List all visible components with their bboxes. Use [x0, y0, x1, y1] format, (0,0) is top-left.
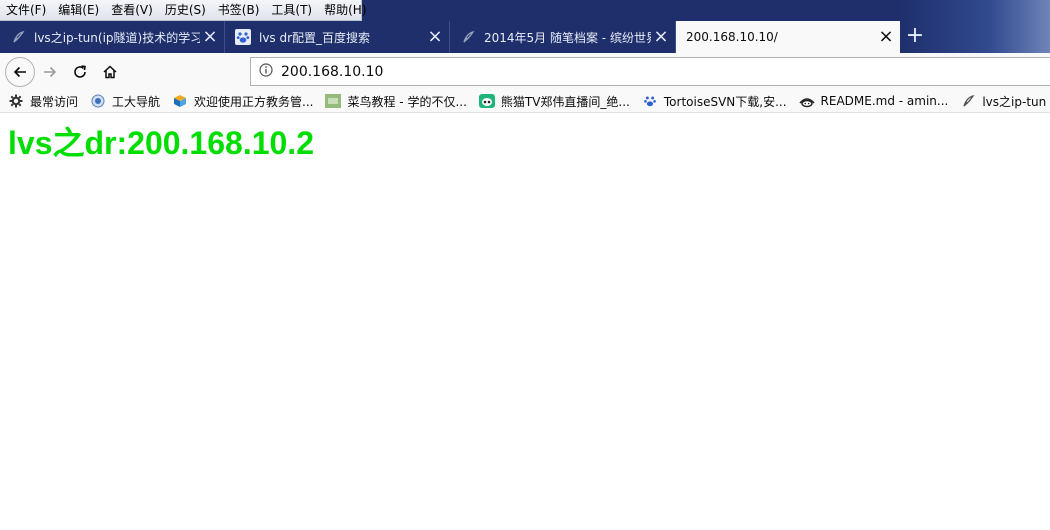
runoob-icon	[325, 93, 342, 109]
back-button[interactable]	[5, 56, 35, 87]
arrow-left-icon	[13, 66, 26, 77]
tab-title: 200.168.10.10/	[686, 30, 778, 44]
bookmark-most-visited[interactable]: 最常访问	[0, 93, 82, 110]
bookmark-zhengfang[interactable]: 欢迎使用正方教务管...	[164, 93, 317, 110]
menu-view[interactable]: 查看(V)	[105, 0, 159, 20]
page-heading: lvs之dr:200.168.10.2	[8, 125, 314, 161]
bookmark-label: lvs之ip-tun	[982, 94, 1047, 109]
bookmark-pandatv[interactable]: 熊猫TV郑伟直播间_绝...	[471, 93, 634, 110]
bookmark-label: 熊猫TV郑伟直播间_绝...	[500, 94, 630, 109]
tab-lvs-dr-search[interactable]: lvs dr配置_百度搜索 ×	[225, 21, 450, 53]
close-icon[interactable]: ×	[425, 28, 445, 46]
bookmarks-toolbar: 最常访问 工大导航 欢迎使用正方教务管... 菜鸟教程 - 学的不仅... 熊猫…	[0, 90, 1050, 113]
navigation-toolbar: 200.168.10.10	[0, 53, 1050, 91]
tab-current-page[interactable]: 200.168.10.10/ ×	[676, 21, 900, 53]
arrow-right-icon	[44, 66, 57, 77]
tab-title: 2014年5月 随笔档案 - 缤纷世界	[484, 30, 651, 45]
new-tab-button[interactable]: +	[900, 21, 930, 53]
bookmark-label: 最常访问	[30, 94, 79, 109]
tab-strip: lvs之ip-tun(ip隧道)技术的学习 × lvs dr配置_百度搜索 × …	[0, 21, 1050, 53]
feather-icon	[10, 29, 26, 45]
reload-icon	[74, 64, 86, 78]
bookmark-readme-github[interactable]: README.md - amin...	[791, 93, 953, 109]
tab-title: lvs dr配置_百度搜索	[259, 30, 371, 45]
menu-edit[interactable]: 编辑(E)	[52, 0, 105, 20]
cube-icon	[172, 93, 188, 109]
bookmark-label: 菜鸟教程 - 学的不仅...	[347, 94, 467, 109]
tab-title: lvs之ip-tun(ip隧道)技术的学习	[34, 30, 200, 45]
bookmark-label: TortoiseSVN下载,安...	[663, 94, 787, 109]
forward-button[interactable]	[35, 57, 65, 87]
feather-icon	[460, 29, 476, 45]
menu-file[interactable]: 文件(F)	[0, 0, 52, 20]
bookmark-runoob[interactable]: 菜鸟教程 - 学的不仅...	[317, 93, 470, 110]
page-content: lvs之dr:200.168.10.2	[0, 113, 1050, 530]
tab-lvs-ip-tun[interactable]: lvs之ip-tun(ip隧道)技术的学习 ×	[0, 21, 225, 53]
menu-tools[interactable]: 工具(T)	[265, 0, 318, 20]
gear-icon	[8, 93, 24, 109]
menu-bookmarks[interactable]: 书签(B)	[212, 0, 266, 20]
bookmark-label: 工大导航	[112, 94, 161, 109]
url-text[interactable]: 200.168.10.10	[281, 64, 383, 80]
menu-help[interactable]: 帮助(H)	[318, 0, 372, 20]
reload-button[interactable]	[65, 57, 95, 87]
octocat-icon	[798, 93, 815, 109]
tab-2014-archive[interactable]: 2014年5月 随笔档案 - 缤纷世界 ×	[450, 21, 676, 53]
bookmark-label: 欢迎使用正方教务管...	[194, 94, 314, 109]
baidu-paw-icon	[235, 29, 251, 45]
bookmark-label: README.md - amin...	[820, 94, 949, 108]
home-button[interactable]	[95, 57, 125, 87]
close-icon[interactable]: ×	[200, 28, 220, 46]
panda-icon	[478, 93, 495, 109]
close-icon[interactable]: ×	[651, 28, 671, 46]
menu-bar: 文件(F) 编辑(E) 查看(V) 历史(S) 书签(B) 工具(T) 帮助(H…	[0, 0, 367, 21]
address-bar[interactable]: 200.168.10.10	[250, 57, 1050, 86]
bookmark-lvs-ip-tun[interactable]: lvs之ip-tun	[952, 93, 1050, 110]
info-icon[interactable]	[251, 63, 281, 80]
menu-history[interactable]: 历史(S)	[159, 0, 212, 20]
feather-icon	[960, 93, 976, 109]
baidu-paw-icon	[642, 93, 658, 109]
bookmark-tortoisesvn[interactable]: TortoiseSVN下载,安...	[634, 93, 791, 110]
globe-icon	[90, 93, 106, 109]
bookmark-gongda-nav[interactable]: 工大导航	[82, 93, 164, 110]
home-icon	[103, 64, 117, 78]
close-icon[interactable]: ×	[876, 28, 896, 46]
